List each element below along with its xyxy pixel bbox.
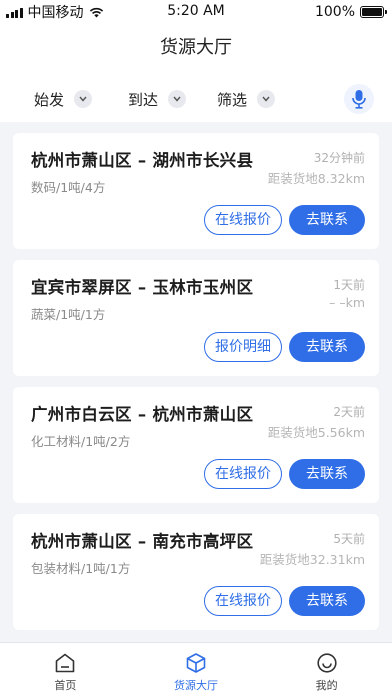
- cargo-card[interactable]: 杭州市萧山区 – 湖州市长兴县 数码/1吨/4方 32分钟前 距装货地8.32k…: [13, 133, 379, 249]
- wifi-icon: [89, 7, 103, 17]
- distance-text: – –km: [329, 295, 365, 310]
- filter-bar: 始发 到达 筛选: [0, 84, 392, 114]
- distance-text: 距装货地5.56km: [267, 425, 365, 440]
- contact-button[interactable]: 去联系: [289, 459, 365, 489]
- page-title: 货源大厅: [160, 37, 232, 58]
- route-text: 杭州市萧山区 – 南充市高坪区: [31, 532, 254, 551]
- cargo-card[interactable]: 宜宾市翠屏区 – 玉林市玉州区 蔬菜/1吨/1方 1天前 – –km 报价明细 …: [13, 260, 379, 376]
- online-quote-button[interactable]: 在线报价: [204, 205, 282, 235]
- posted-time: 2天前: [333, 405, 365, 419]
- card-actions: 在线报价 去联系: [204, 459, 365, 489]
- filter-screen[interactable]: 筛选: [217, 89, 276, 110]
- filter-destination-label: 到达: [128, 90, 159, 109]
- cargo-list: 杭州市萧山区 – 湖州市长兴县 数码/1吨/4方 32分钟前 距装货地8.32k…: [13, 133, 379, 641]
- route-text: 杭州市萧山区 – 湖州市长兴县: [31, 151, 254, 170]
- cargo-card[interactable]: 广州市白云区 – 杭州市萧山区 化工材料/1吨/2方 2天前 距装货地5.56k…: [13, 387, 379, 503]
- quote-details-button[interactable]: 报价明细: [204, 332, 282, 362]
- posted-time: 5天前: [333, 532, 365, 546]
- filter-destination[interactable]: 到达: [128, 89, 187, 110]
- contact-button[interactable]: 去联系: [289, 332, 365, 362]
- distance-text: 距装货地8.32km: [267, 171, 365, 186]
- tab-home-label: 首页: [54, 679, 77, 692]
- bottom-tab-bar: 首页 货源大厅 我的: [0, 642, 392, 696]
- card-actions: 在线报价 去联系: [204, 586, 365, 616]
- cargo-meta: 数码/1吨/4方: [31, 180, 106, 195]
- chevron-down-icon: [257, 90, 276, 108]
- battery-icon: [360, 6, 387, 18]
- carrier-label: 中国移动: [27, 5, 84, 21]
- route-text: 广州市白云区 – 杭州市萧山区: [31, 405, 254, 424]
- battery-percent: 100%: [314, 4, 355, 20]
- route-text: 宜宾市翠屏区 – 玉林市玉州区: [31, 278, 254, 297]
- tab-cargo-hall-label: 货源大厅: [174, 679, 218, 692]
- posted-time: 32分钟前: [313, 151, 365, 165]
- filter-screen-label: 筛选: [217, 90, 248, 109]
- status-right: 100%: [314, 4, 387, 20]
- tab-mine[interactable]: 我的: [261, 643, 392, 696]
- posted-time: 1天前: [333, 278, 365, 292]
- cargo-card[interactable]: 杭州市萧山区 – 南充市高坪区 包装材料/1吨/1方 5天前 距装货地32.31…: [13, 514, 379, 630]
- status-left: 中国移动: [6, 2, 104, 22]
- tab-cargo-hall[interactable]: 货源大厅: [131, 643, 262, 696]
- card-actions: 在线报价 去联系: [204, 205, 365, 235]
- smile-icon: [317, 653, 337, 673]
- cargo-meta: 包装材料/1吨/1方: [31, 561, 131, 576]
- card-actions: 报价明细 去联系: [204, 332, 365, 362]
- tab-mine-label: 我的: [315, 679, 338, 692]
- contact-button[interactable]: 去联系: [289, 586, 365, 616]
- online-quote-button[interactable]: 在线报价: [204, 586, 282, 616]
- status-bar: 中国移动 5:20 AM 100%: [0, 0, 392, 24]
- top-header: 中国移动 5:20 AM 100% 货源大厅 始发 到达 筛选: [0, 0, 392, 122]
- microphone-icon: [352, 90, 366, 109]
- signal-icon: [6, 7, 23, 18]
- filter-origin-label: 始发: [34, 90, 65, 109]
- chevron-down-icon: [74, 90, 93, 108]
- home-icon: [56, 653, 75, 673]
- distance-text: 距装货地32.31km: [259, 552, 365, 567]
- online-quote-button[interactable]: 在线报价: [204, 459, 282, 489]
- voice-search-button[interactable]: [344, 84, 374, 114]
- chevron-down-icon: [168, 90, 187, 108]
- filter-origin[interactable]: 始发: [34, 89, 93, 110]
- contact-button[interactable]: 去联系: [289, 205, 365, 235]
- tab-home[interactable]: 首页: [0, 643, 131, 696]
- cargo-meta: 化工材料/1吨/2方: [31, 434, 131, 449]
- cargo-meta: 蔬菜/1吨/1方: [31, 307, 106, 322]
- cube-icon: [186, 653, 206, 673]
